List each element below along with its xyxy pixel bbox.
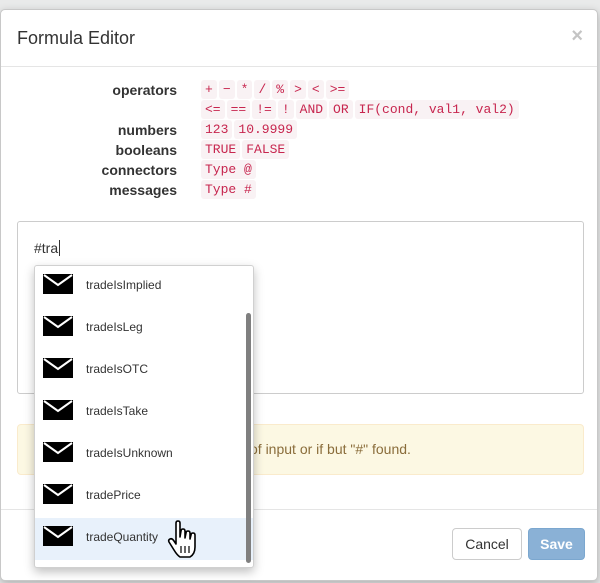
hand-pointer-icon — [167, 520, 196, 558]
operator-code: % — [272, 80, 289, 99]
operator-code: != — [252, 100, 276, 119]
operator-code: >= — [325, 80, 350, 99]
autocomplete-item-active[interactable]: tradeQuantity — [35, 518, 253, 560]
message-code: Type # — [201, 180, 256, 199]
dialog-header: Formula Editor × — [1, 10, 597, 67]
envelope-icon — [43, 400, 73, 420]
boolean-code: TRUE — [201, 140, 241, 159]
envelope-icon — [43, 442, 73, 462]
autocomplete-item-label: tradeIsOTC — [86, 362, 149, 376]
legend-label-connectors: connectors — [101, 162, 177, 178]
operator-code: − — [218, 80, 235, 99]
autocomplete-item-label: tradePrice — [86, 488, 141, 502]
autocomplete-item[interactable]: tradeIsLeg — [35, 308, 253, 350]
operator-code: + — [201, 80, 217, 99]
autocomplete-dropdown[interactable]: tradeIsImplied tradeIsLeg tradeIsOTC tra… — [34, 265, 254, 568]
legend-label-numbers: numbers — [117, 122, 177, 138]
autocomplete-item-label: tradeIsUnknown — [86, 446, 173, 460]
formula-text: #tra — [34, 240, 61, 256]
envelope-icon — [43, 358, 73, 378]
text-caret — [59, 240, 61, 256]
save-button[interactable]: Save — [528, 528, 585, 560]
dropdown-scrollbar[interactable] — [246, 313, 251, 563]
autocomplete-item-label: tradeQuantity — [86, 530, 159, 544]
formula-value: #tra — [34, 240, 59, 256]
envelope-icon — [43, 316, 73, 336]
connector-code: Type @ — [201, 160, 256, 179]
operator-code: * — [236, 80, 253, 99]
envelope-icon — [43, 526, 73, 546]
autocomplete-item-label: tradeIsImplied — [86, 278, 162, 292]
operator-code: <= — [201, 100, 225, 119]
operator-code: == — [226, 100, 251, 119]
number-code: 10.9999 — [234, 120, 298, 139]
cancel-button[interactable]: Cancel — [452, 528, 522, 560]
autocomplete-item-label: tradeIsTake — [86, 404, 149, 418]
operator-code: IF(cond, val1, val2) — [354, 100, 519, 119]
autocomplete-item-label: tradeIsLeg — [86, 320, 143, 334]
operator-code: AND — [295, 100, 328, 119]
autocomplete-item[interactable]: tradeIsOTC — [35, 350, 253, 392]
legend-label-messages: messages — [109, 182, 177, 198]
envelope-icon — [43, 484, 73, 504]
operators-line-2: <= == !=! AND OR IF(cond, val1, val2) — [201, 100, 521, 119]
operator-code: > — [290, 80, 306, 99]
operator-code: ! — [277, 100, 294, 119]
alert-message: of input or if but "#" found. — [250, 441, 411, 457]
autocomplete-item[interactable]: tradePrice — [35, 476, 253, 518]
number-code: 123 — [201, 120, 233, 139]
autocomplete-item[interactable]: tradeIsImplied — [35, 266, 253, 308]
boolean-code: FALSE — [242, 140, 290, 159]
operators-line-1: + − * /% > < >= — [201, 80, 351, 99]
operator-code: < — [307, 80, 324, 99]
messages-codes: Type # — [201, 180, 258, 199]
booleans-codes: TRUE FALSE — [201, 140, 291, 159]
autocomplete-item[interactable]: tradeIsUnknown — [35, 434, 253, 476]
operator-code: / — [254, 80, 271, 99]
envelope-icon — [43, 274, 73, 294]
legend-label-booleans: booleans — [115, 142, 177, 158]
dialog-title: Formula Editor — [17, 28, 136, 48]
connectors-codes: Type @ — [201, 160, 258, 179]
close-button[interactable]: × — [571, 26, 583, 46]
legend-label-operators: operators — [112, 82, 177, 98]
autocomplete-item[interactable]: tradeIsTake — [35, 392, 253, 434]
numbers-codes: 123 10.9999 — [201, 120, 299, 139]
operator-code: OR — [329, 100, 353, 119]
